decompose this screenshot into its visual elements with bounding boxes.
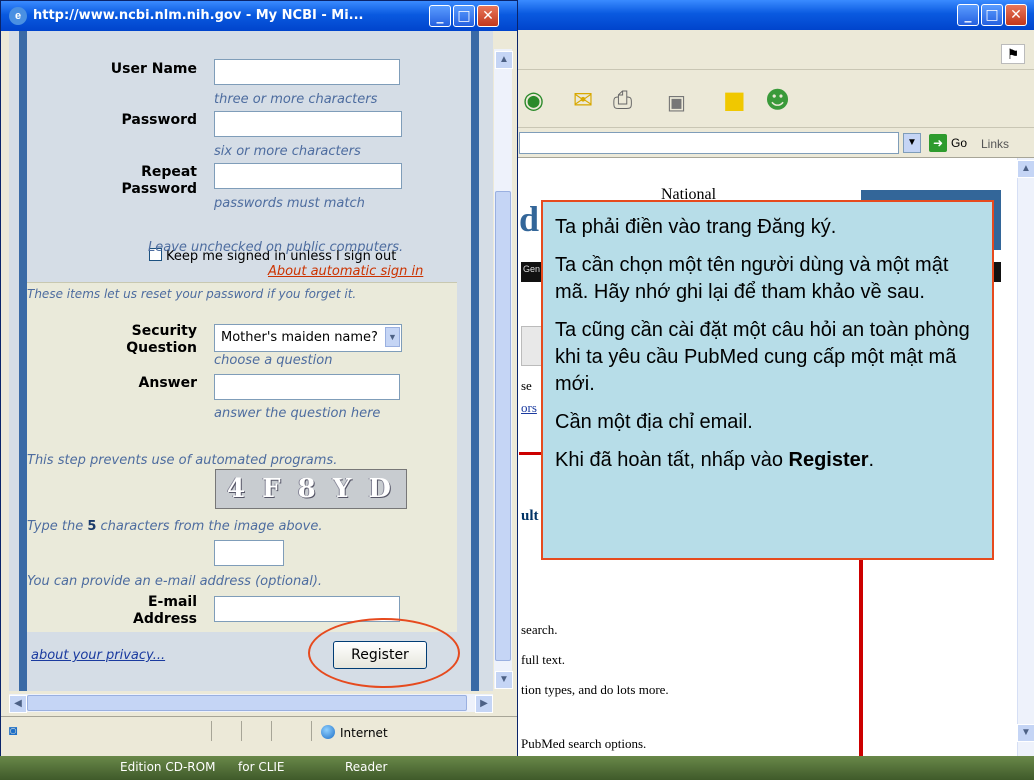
desktop-icon-label[interactable]: for CLIE — [238, 760, 285, 774]
about-auto-signin-link[interactable]: About automatic sign in — [268, 264, 423, 279]
divider — [311, 721, 312, 741]
callout-line: Cần một địa chỉ email. — [555, 411, 753, 433]
chevron-down-icon[interactable]: ▼ — [385, 327, 400, 347]
chevron-down-icon[interactable]: ▼ — [903, 133, 921, 153]
desktop-icon-label[interactable]: Reader — [345, 760, 387, 774]
nav-fragment: Gen — [523, 264, 541, 274]
go-button[interactable]: ➜ Go — [929, 134, 967, 152]
page-icon: ◙ — [9, 722, 18, 738]
security-hint: choose a question — [214, 353, 333, 368]
password-input[interactable] — [214, 111, 402, 137]
decorative-stripe — [19, 31, 27, 691]
text-fragment: search. — [521, 622, 558, 637]
scroll-up-icon[interactable]: ▲ — [1017, 160, 1034, 178]
status-bar — [1, 716, 517, 756]
email-label: Address — [133, 611, 197, 627]
mail-icon[interactable]: ✉ — [573, 86, 593, 114]
scroll-thumb[interactable] — [27, 695, 467, 711]
highlight-ring — [308, 618, 460, 688]
link-fragment[interactable]: ors — [521, 400, 537, 416]
windows-logo-icon: ⚑ — [1001, 44, 1025, 64]
reset-note: These items let us reset your password i… — [27, 287, 357, 301]
callout-line: Khi đã hoàn tất, nhấp vào Register. — [555, 449, 875, 471]
registration-popup-window: e http://www.ncbi.nlm.nih.gov - My NCBI … — [0, 0, 518, 756]
privacy-link[interactable]: about your privacy... — [31, 648, 165, 663]
password-hint: six or more characters — [214, 144, 361, 159]
answer-input[interactable] — [214, 374, 400, 400]
security-zone: Internet — [321, 725, 388, 740]
repeat-password-hint: passwords must match — [214, 196, 365, 211]
minimize-icon[interactable]: _ — [429, 5, 451, 27]
email-label: E-mail — [147, 594, 197, 610]
repeat-password-label: Repeat — [141, 164, 197, 180]
username-input[interactable] — [214, 59, 400, 85]
callout-line: Ta cũng cần cài đặt một câu hỏi an toàn … — [555, 319, 970, 395]
logo-fragment: d — [519, 199, 540, 239]
scroll-thumb[interactable] — [495, 191, 511, 661]
security-question-select[interactable]: Mother's maiden name? — [214, 324, 402, 352]
captcha-image: 4 F 8 Y D — [215, 469, 407, 509]
automation-note: This step prevents use of automated prog… — [27, 453, 338, 468]
vertical-scrollbar[interactable] — [1017, 158, 1034, 756]
address-input[interactable] — [519, 132, 899, 154]
messenger-icon[interactable]: ☻ — [765, 86, 790, 114]
answer-hint: answer the question here — [214, 406, 381, 421]
decorative-stripe — [471, 31, 479, 691]
scroll-down-icon[interactable]: ▼ — [495, 671, 513, 689]
security-question-label: Security — [131, 323, 197, 339]
scroll-up-icon[interactable]: ▲ — [495, 51, 513, 69]
keep-signed-in-hint: Leave unchecked on public computers. — [148, 240, 404, 255]
username-label: User Name — [110, 61, 197, 77]
history-icon[interactable]: ◉ — [523, 86, 544, 114]
instruction-callout: Ta phải điền vào trang Đăng ký. Ta cần c… — [541, 200, 994, 560]
text-fragment: tion types, and do lots more. — [521, 682, 669, 697]
answer-label: Answer — [138, 375, 197, 391]
close-icon[interactable]: ✕ — [477, 5, 499, 27]
minimize-icon[interactable]: _ — [957, 4, 979, 26]
divider — [211, 721, 212, 741]
captcha-instruction: Type the 5 characters from the image abo… — [27, 519, 323, 534]
maximize-icon[interactable]: □ — [453, 5, 475, 27]
ie-icon: e — [9, 7, 27, 25]
password-label: Password — [121, 112, 197, 128]
callout-line: Ta phải điền vào trang Đăng ký. — [555, 216, 837, 238]
maximize-icon[interactable]: □ — [981, 4, 1003, 26]
scroll-left-icon[interactable]: ◀ — [9, 695, 27, 713]
callout-line: Ta cần chọn một tên người dùng và một mậ… — [555, 254, 949, 303]
text-fragment: full text. — [521, 652, 566, 667]
print-icon[interactable]: ⎙ — [613, 86, 632, 114]
username-hint: three or more characters — [214, 92, 378, 107]
security-question-label: Question — [126, 340, 197, 356]
captcha-input[interactable] — [214, 540, 284, 566]
email-note: You can provide an e-mail address (optio… — [27, 574, 323, 589]
text-fragment: se — [521, 378, 532, 393]
divider — [271, 721, 272, 741]
text-fragment: PubMed search options. — [521, 736, 647, 751]
edit-icon[interactable]: ▣ — [667, 90, 686, 114]
heading-fragment: ult — [521, 508, 539, 524]
scroll-down-icon[interactable]: ▼ — [1017, 724, 1034, 742]
popup-title: http://www.ncbi.nlm.nih.gov - My NCBI - … — [33, 8, 364, 23]
desktop-icon-label[interactable]: Edition CD-ROM — [120, 760, 215, 774]
globe-icon — [321, 725, 335, 739]
repeat-password-label: Password — [121, 181, 197, 197]
divider — [241, 721, 242, 741]
links-label[interactable]: Links — [981, 137, 1009, 151]
go-arrow-icon: ➜ — [929, 134, 947, 152]
scroll-right-icon[interactable]: ▶ — [475, 695, 493, 713]
note-icon[interactable]: ■ — [723, 86, 746, 114]
repeat-password-input[interactable] — [214, 163, 402, 189]
close-icon[interactable]: ✕ — [1005, 4, 1027, 26]
